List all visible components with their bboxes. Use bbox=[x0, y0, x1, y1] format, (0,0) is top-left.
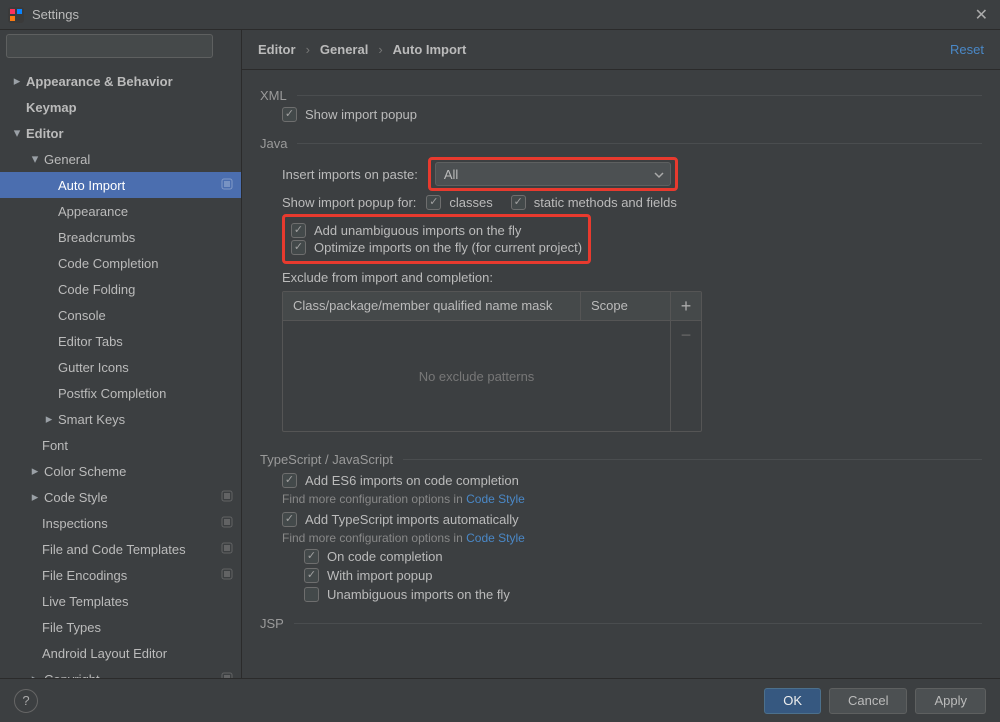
checkbox-optimize-imports[interactable] bbox=[291, 240, 306, 255]
dialog-footer: ? OK Cancel Apply bbox=[0, 678, 1000, 722]
section-ts: TypeScript / JavaScript bbox=[260, 452, 982, 467]
titlebar: Settings ✕ bbox=[0, 0, 1000, 30]
cancel-button[interactable]: Cancel bbox=[829, 688, 907, 714]
nav-postfix[interactable]: Postfix Completion bbox=[0, 380, 241, 406]
label-es6: Add ES6 imports on code completion bbox=[305, 473, 519, 488]
checkbox-es6[interactable] bbox=[282, 473, 297, 488]
nav-appearance-behavior[interactable]: ▸Appearance & Behavior bbox=[0, 68, 241, 94]
project-badge-icon bbox=[221, 490, 233, 505]
highlight-on-the-fly: Add unambiguous imports on the fly Optim… bbox=[282, 214, 591, 264]
label-on-completion: On code completion bbox=[327, 549, 443, 564]
checkbox-unambiguous-ts[interactable] bbox=[304, 587, 319, 602]
checkbox-on-completion[interactable] bbox=[304, 549, 319, 564]
reset-link[interactable]: Reset bbox=[950, 42, 984, 57]
project-badge-icon bbox=[221, 178, 233, 193]
nav-appearance2[interactable]: Appearance bbox=[0, 198, 241, 224]
section-java: Java bbox=[260, 136, 982, 151]
section-xml: XML bbox=[260, 88, 982, 103]
nav-file-types[interactable]: File Types bbox=[0, 614, 241, 640]
project-badge-icon bbox=[221, 516, 233, 531]
checkbox-ts-auto[interactable] bbox=[282, 512, 297, 527]
label-static: static methods and fields bbox=[534, 195, 677, 210]
settings-panel: XML Show import popup Java Insert import… bbox=[242, 70, 1000, 678]
link-code-style-2[interactable]: Code Style bbox=[466, 531, 525, 545]
checkbox-classes[interactable] bbox=[426, 195, 441, 210]
select-insert-imports[interactable]: All bbox=[435, 162, 671, 186]
highlight-insert-imports: All bbox=[428, 157, 678, 191]
checkbox-with-popup[interactable] bbox=[304, 568, 319, 583]
nav-general[interactable]: ▾General bbox=[0, 146, 241, 172]
apply-button[interactable]: Apply bbox=[915, 688, 986, 714]
nav-live-templates[interactable]: Live Templates bbox=[0, 588, 241, 614]
label-with-popup: With import popup bbox=[327, 568, 433, 583]
crumb-general[interactable]: General bbox=[320, 42, 368, 57]
exclude-table: Class/package/member qualified name mask… bbox=[282, 291, 702, 432]
col-scope: Scope bbox=[581, 292, 671, 320]
label-exclude: Exclude from import and completion: bbox=[282, 270, 493, 285]
chevron-down-icon bbox=[654, 168, 664, 183]
hint-es6: Find more configuration options in Code … bbox=[282, 492, 982, 506]
settings-tree[interactable]: ▸Appearance & Behavior Keymap ▾Editor ▾G… bbox=[0, 62, 241, 678]
label-classes: classes bbox=[449, 195, 492, 210]
exclude-empty: No exclude patterns bbox=[283, 321, 671, 431]
section-jsp: JSP bbox=[260, 616, 982, 631]
link-code-style-1[interactable]: Code Style bbox=[466, 492, 525, 506]
label-insert-imports: Insert imports on paste: bbox=[282, 167, 418, 182]
label-ts-auto: Add TypeScript imports automatically bbox=[305, 512, 519, 527]
nav-gutter-icons[interactable]: Gutter Icons bbox=[0, 354, 241, 380]
project-badge-icon bbox=[221, 672, 233, 679]
ok-button[interactable]: OK bbox=[764, 688, 821, 714]
nav-auto-import[interactable]: Auto Import bbox=[0, 172, 241, 198]
app-icon bbox=[8, 7, 24, 23]
nav-breadcrumbs[interactable]: Breadcrumbs bbox=[0, 224, 241, 250]
chevron-right-icon: › bbox=[378, 42, 382, 57]
nav-editor[interactable]: ▾Editor bbox=[0, 120, 241, 146]
nav-copyright[interactable]: ▸Copyright bbox=[0, 666, 241, 678]
crumb-auto-import: Auto Import bbox=[393, 42, 467, 57]
crumb-editor[interactable]: Editor bbox=[258, 42, 296, 57]
chevron-right-icon: › bbox=[306, 42, 310, 57]
sidebar: ▸Appearance & Behavior Keymap ▾Editor ▾G… bbox=[0, 30, 242, 678]
nav-keymap[interactable]: Keymap bbox=[0, 94, 241, 120]
label-unambiguous-ts: Unambiguous imports on the fly bbox=[327, 587, 510, 602]
label-optimize-imports: Optimize imports on the fly (for current… bbox=[314, 240, 582, 255]
chevron-down-icon: ▾ bbox=[28, 151, 42, 167]
col-mask: Class/package/member qualified name mask bbox=[283, 292, 581, 320]
nav-smart-keys[interactable]: ▸Smart Keys bbox=[0, 406, 241, 432]
label-show-popup-for: Show import popup for: bbox=[282, 195, 416, 210]
project-badge-icon bbox=[221, 542, 233, 557]
chevron-right-icon: ▸ bbox=[10, 73, 24, 89]
nav-font[interactable]: Font bbox=[0, 432, 241, 458]
checkbox-add-unambiguous[interactable] bbox=[291, 223, 306, 238]
checkbox-xml-show-popup[interactable] bbox=[282, 107, 297, 122]
chevron-right-icon: ▸ bbox=[28, 463, 42, 479]
chevron-down-icon: ▾ bbox=[10, 125, 24, 141]
chevron-right-icon: ▸ bbox=[28, 671, 42, 678]
close-icon[interactable]: ✕ bbox=[971, 5, 992, 25]
remove-button[interactable]: − bbox=[671, 321, 701, 349]
search-input[interactable] bbox=[6, 34, 213, 58]
breadcrumb: Editor › General › Auto Import Reset bbox=[242, 30, 1000, 70]
window-title: Settings bbox=[32, 7, 971, 22]
nav-color-scheme[interactable]: ▸Color Scheme bbox=[0, 458, 241, 484]
hint-ts: Find more configuration options in Code … bbox=[282, 531, 982, 545]
help-button[interactable]: ? bbox=[14, 689, 38, 713]
nav-code-style[interactable]: ▸Code Style bbox=[0, 484, 241, 510]
chevron-right-icon: ▸ bbox=[28, 489, 42, 505]
nav-file-templates[interactable]: File and Code Templates bbox=[0, 536, 241, 562]
nav-code-folding[interactable]: Code Folding bbox=[0, 276, 241, 302]
nav-file-encodings[interactable]: File Encodings bbox=[0, 562, 241, 588]
nav-inspections[interactable]: Inspections bbox=[0, 510, 241, 536]
project-badge-icon bbox=[221, 568, 233, 583]
nav-console[interactable]: Console bbox=[0, 302, 241, 328]
nav-android-layout[interactable]: Android Layout Editor bbox=[0, 640, 241, 666]
add-button[interactable]: + bbox=[671, 292, 701, 320]
nav-code-completion[interactable]: Code Completion bbox=[0, 250, 241, 276]
label-xml-show-popup: Show import popup bbox=[305, 107, 417, 122]
checkbox-static[interactable] bbox=[511, 195, 526, 210]
label-add-unambiguous: Add unambiguous imports on the fly bbox=[314, 223, 521, 238]
chevron-right-icon: ▸ bbox=[42, 411, 56, 427]
nav-editor-tabs[interactable]: Editor Tabs bbox=[0, 328, 241, 354]
